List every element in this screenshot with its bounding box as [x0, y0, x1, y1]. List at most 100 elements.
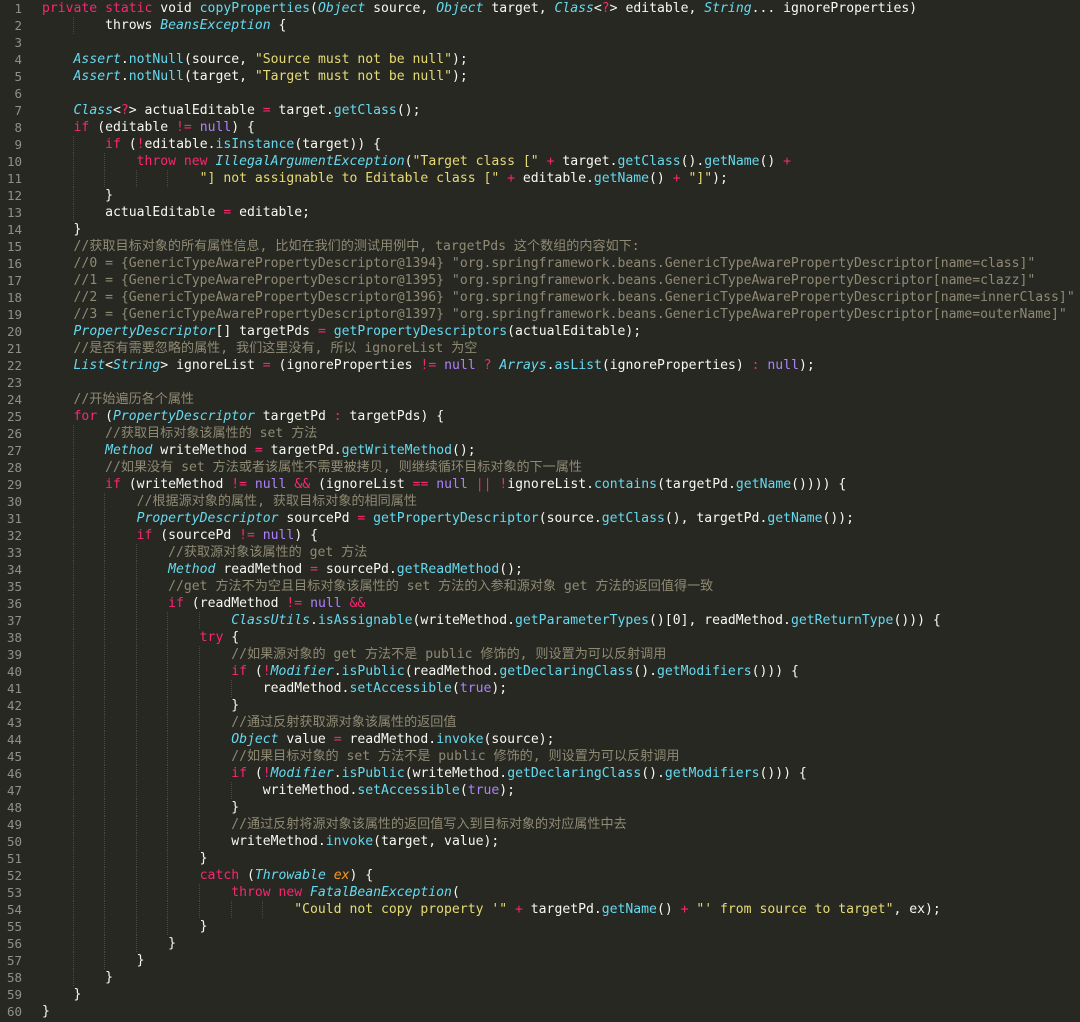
indent-guide	[199, 663, 200, 680]
indent-guide	[104, 612, 106, 629]
code-line[interactable]: //3 = {GenericTypeAwarePropertyDescripto…	[42, 306, 1080, 323]
code-token: BeansException	[160, 18, 271, 33]
code-token: (), targetPd.	[664, 511, 768, 526]
code-token: ();	[451, 443, 476, 458]
code-line[interactable]: List<String> ignoreList = (ignorePropert…	[42, 357, 1080, 374]
code-line[interactable]: //通过反射获取源对象该属性的返回值	[42, 714, 1080, 731]
code-line[interactable]: "] not assignable to Editable class [" +…	[42, 170, 1080, 187]
code-line[interactable]: }	[42, 799, 1080, 816]
code-line[interactable]: }	[42, 918, 1080, 935]
code-line[interactable]: if (!Modifier.isPublic(readMethod.getDec…	[42, 663, 1080, 680]
indent-guide	[199, 697, 200, 714]
code-token: if	[136, 528, 153, 543]
indent-guide	[167, 816, 169, 833]
code-line[interactable]: //通过反射将源对象该属性的返回值写入到目标对象的对应属性中去	[42, 816, 1080, 833]
code-line[interactable]: }	[42, 697, 1080, 714]
code-line[interactable]: }	[42, 850, 1080, 867]
code-editor[interactable]: 1 2 3 4 5 6 7 8 9 10 11 12 13 14 15 16 17 18 19 20 21 22 23 24 2…	[0, 0, 1080, 1022]
code-line[interactable]: }	[42, 969, 1080, 986]
code-line[interactable]: //根据源对象的属性, 获取目标对象的相同属性	[42, 493, 1080, 510]
code-token: if	[73, 120, 90, 135]
code-line[interactable]: PropertyDescriptor[] targetPds = getProp…	[42, 323, 1080, 340]
code-line[interactable]: private static void copyProperties(Objec…	[42, 0, 1080, 17]
code-token: (	[246, 664, 263, 679]
code-token: getReturnType	[790, 613, 894, 628]
indent-guide	[199, 884, 200, 901]
code-token: .	[333, 766, 342, 781]
code-line[interactable]: Class<?> actualEditable = target.getClas…	[42, 102, 1080, 119]
indent-guide	[167, 765, 169, 782]
code-line[interactable]: //开始遍历各个属性	[42, 391, 1080, 408]
indent-guide	[72, 816, 74, 833]
indent-guide	[72, 629, 74, 646]
code-token: FatalBeanException	[310, 885, 452, 900]
code-line[interactable]: throw new IllegalArgumentException("Targ…	[42, 153, 1080, 170]
code-line[interactable]: //如果没有 set 方法或者该属性不需要被拷贝, 则继续循环目标对象的下一属性	[42, 459, 1080, 476]
code-line[interactable]: //get 方法不为空且目标对象该属性的 set 方法的入参和源对象 get 方…	[42, 578, 1080, 595]
code-line[interactable]: }	[42, 187, 1080, 204]
code-line[interactable]: actualEditable = editable;	[42, 204, 1080, 221]
code-line[interactable]: //2 = {GenericTypeAwarePropertyDescripto…	[42, 289, 1080, 306]
code-line[interactable]: }	[42, 935, 1080, 952]
code-line[interactable]: Assert.notNull(target, "Target must not …	[42, 68, 1080, 85]
code-line[interactable]: //获取目标对象的所有属性信息, 比如在我们的测试用例中, targetPds …	[42, 238, 1080, 255]
code-line[interactable]: }	[42, 952, 1080, 969]
code-line[interactable]: if (editable != null) {	[42, 119, 1080, 136]
code-line[interactable]: if (!editable.isInstance(target)) {	[42, 136, 1080, 153]
code-line[interactable]: }	[42, 986, 1080, 1003]
code-line[interactable]: //获取源对象该属性的 get 方法	[42, 544, 1080, 561]
code-line[interactable]: //如果目标对象的 set 方法不是 public 修饰的, 则设置为可以反射调…	[42, 748, 1080, 765]
code-area[interactable]: private static void copyProperties(Objec…	[0, 0, 1080, 1022]
code-line[interactable]: //1 = {GenericTypeAwarePropertyDescripto…	[42, 272, 1080, 289]
code-token: for	[73, 409, 98, 424]
code-line[interactable]: }	[42, 221, 1080, 238]
code-line[interactable]: if (writeMethod != null && (ignoreList =…	[42, 476, 1080, 493]
indent-guide	[72, 833, 74, 850]
code-line[interactable]: //是否有需要忽略的属性, 我们这里没有, 所以 ignoreList 为空	[42, 340, 1080, 357]
code-line[interactable]: throws BeansException {	[42, 17, 1080, 34]
indent-guide	[104, 816, 106, 833]
indent-guide	[199, 901, 200, 918]
code-line[interactable]: "Could not copy property '" + targetPd.g…	[42, 901, 1080, 918]
code-line[interactable]: Object value = readMethod.invoke(source)…	[42, 731, 1080, 748]
code-line[interactable]: for (PropertyDescriptor targetPd : targe…	[42, 408, 1080, 425]
code-token: !=	[176, 120, 192, 135]
code-token: Arrays	[499, 358, 547, 373]
code-line[interactable]: ClassUtils.isAssignable(writeMethod.getP…	[42, 612, 1080, 629]
code-line[interactable]: //0 = {GenericTypeAwarePropertyDescripto…	[42, 255, 1080, 272]
code-line[interactable]: try {	[42, 629, 1080, 646]
code-line[interactable]: throw new FatalBeanException(	[42, 884, 1080, 901]
code-token: editable.	[144, 137, 216, 152]
code-line[interactable]: Method readMethod = sourcePd.getReadMeth…	[42, 561, 1080, 578]
indent-guide	[72, 561, 74, 578]
code-line[interactable]: Method writeMethod = targetPd.getWriteMe…	[42, 442, 1080, 459]
code-token: String	[704, 1, 752, 16]
indent-guide	[167, 833, 169, 850]
code-line[interactable]: if (!Modifier.isPublic(writeMethod.getDe…	[42, 765, 1080, 782]
code-line[interactable]: if (readMethod != null &&	[42, 595, 1080, 612]
indent-guide	[135, 578, 137, 595]
code-line[interactable]: writeMethod.invoke(target, value);	[42, 833, 1080, 850]
code-line[interactable]: if (sourcePd != null) {	[42, 527, 1080, 544]
code-token: Class	[73, 103, 113, 118]
code-line[interactable]: readMethod.setAccessible(true);	[42, 680, 1080, 697]
code-token: > editable,	[609, 1, 705, 16]
indent-guide	[135, 629, 137, 646]
code-token: getReadMethod	[396, 562, 500, 577]
indent-guide	[167, 170, 169, 187]
code-line[interactable]: }	[42, 1003, 1080, 1020]
code-token: isPublic	[341, 664, 405, 679]
indent-guide	[104, 884, 106, 901]
code-line[interactable]: writeMethod.setAccessible(true);	[42, 782, 1080, 799]
code-line[interactable]: catch (Throwable ex) {	[42, 867, 1080, 884]
code-line[interactable]: //获取目标对象该属性的 set 方法	[42, 425, 1080, 442]
code-line[interactable]: //如果源对象的 get 方法不是 public 修饰的, 则设置为可以反射调用	[42, 646, 1080, 663]
code-line[interactable]: Assert.notNull(source, "Source must not …	[42, 51, 1080, 68]
code-line[interactable]: PropertyDescriptor sourcePd = getPropert…	[42, 510, 1080, 527]
indent-guide	[72, 612, 74, 629]
code-token: (	[310, 1, 318, 16]
code-token: getName	[735, 477, 792, 492]
